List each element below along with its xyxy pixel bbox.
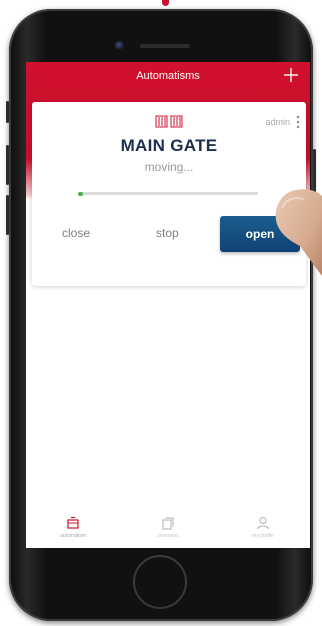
tab-label: my profile xyxy=(252,533,274,539)
volume-up-button xyxy=(6,145,9,185)
page-title: Automatisms xyxy=(136,70,200,82)
open-button[interactable]: open xyxy=(220,216,300,252)
home-button[interactable] xyxy=(133,555,187,609)
automatism-card: admin MAIN GATE moving... close stop ope… xyxy=(32,102,306,286)
tab-label: scenarios xyxy=(157,533,179,539)
gate-icon xyxy=(155,115,183,128)
owner-label: admin xyxy=(265,117,290,127)
bottom-tab-bar: automatism scenarios my profile xyxy=(26,514,310,548)
gate-icon xyxy=(67,516,79,529)
volume-down-button xyxy=(6,195,9,235)
power-button xyxy=(313,149,316,203)
progress-track xyxy=(78,191,258,196)
tab-label: automatism xyxy=(60,533,86,539)
tab-my-profile[interactable]: my profile xyxy=(216,514,310,548)
user-icon xyxy=(257,517,269,530)
app-screen: Automatisms admin MAIN GATE moving... cl… xyxy=(26,62,310,548)
earpiece-speaker xyxy=(140,44,190,48)
gate-status: moving... xyxy=(144,160,194,174)
red-indicator-dot xyxy=(162,0,169,6)
cards-icon xyxy=(162,517,174,530)
mute-switch xyxy=(6,101,9,123)
progress-fill xyxy=(78,191,84,196)
screenshot-stage: Automatisms admin MAIN GATE moving... cl… xyxy=(0,0,322,626)
front-camera xyxy=(115,41,124,50)
more-options-icon[interactable] xyxy=(294,115,302,129)
close-button[interactable]: close xyxy=(62,226,90,240)
plus-icon[interactable] xyxy=(282,66,300,84)
gate-name: MAIN GATE xyxy=(120,136,218,155)
tab-automatism[interactable]: automatism xyxy=(26,514,120,548)
stop-button[interactable]: stop xyxy=(156,226,179,240)
tab-scenarios[interactable]: scenarios xyxy=(121,514,215,548)
